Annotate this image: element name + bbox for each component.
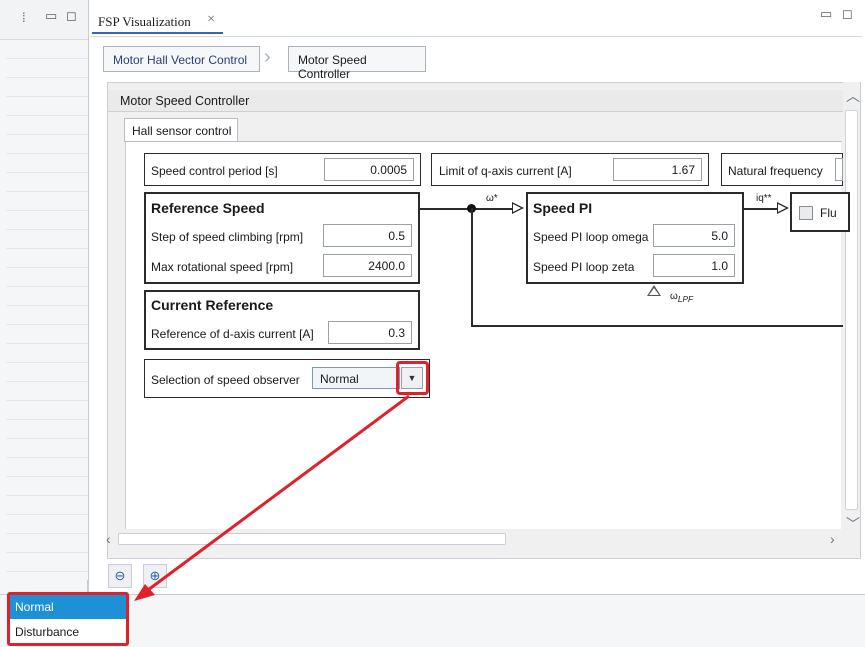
annotation-arrow [134, 394, 410, 601]
dropdown-highlight-box [7, 592, 129, 646]
